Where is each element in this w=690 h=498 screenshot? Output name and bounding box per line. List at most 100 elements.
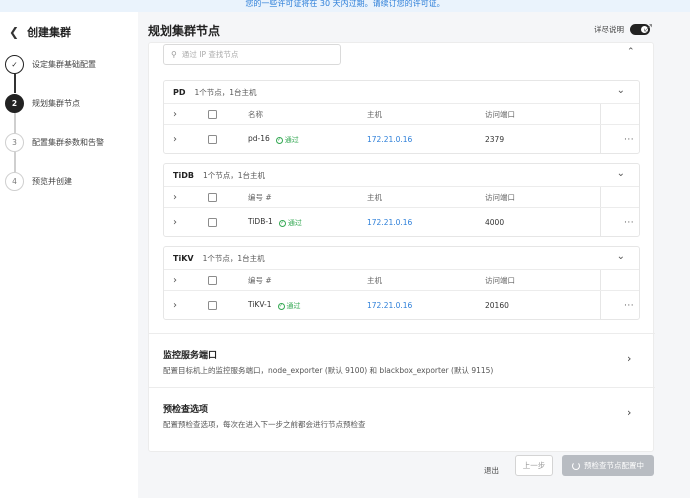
column-divider <box>600 104 601 124</box>
column-name: 名称 <box>248 109 263 119</box>
check-icon: ✓ <box>5 55 24 74</box>
column-port: 访问端口 <box>485 192 515 202</box>
step-label: 配置集群参数和告警 <box>32 138 104 147</box>
group-tidb: TiDB 1个节点，1台主机 ⌄ › 编号 # 主机 访问端口 › TiDB-1… <box>163 163 640 237</box>
column-divider <box>600 270 601 290</box>
row-checkbox[interactable] <box>208 135 217 144</box>
port-value: 2379 <box>485 135 505 144</box>
column-divider <box>600 187 601 207</box>
column-divider <box>600 291 601 319</box>
detail-toggle-label: 详尽说明 <box>594 25 624 34</box>
column-divider <box>600 125 601 153</box>
exit-button[interactable]: 退出 <box>484 465 499 476</box>
chevron-right-icon[interactable]: › <box>173 134 177 145</box>
chevron-right-icon[interactable]: › <box>627 406 631 419</box>
step-label: 规划集群节点 <box>32 99 80 108</box>
row-checkbox[interactable] <box>208 301 217 310</box>
group-header[interactable]: PD 1个节点，1台主机 ⌄ <box>164 81 639 103</box>
banner-renew-link[interactable]: 请续订您的许可证。 <box>373 0 445 8</box>
column-host: 主机 <box>367 275 382 285</box>
column-name: 编号 # <box>248 192 272 202</box>
column-port: 访问端口 <box>485 275 515 285</box>
group-summary: 1个节点，1台主机 <box>202 170 265 180</box>
step-connector <box>14 74 16 93</box>
column-host: 主机 <box>367 192 382 202</box>
node-name: pd-16 <box>248 133 270 143</box>
step-number: 3 <box>5 133 24 152</box>
group-name: TiDB <box>173 170 194 180</box>
next-button[interactable]: 预检查节点配置中 <box>562 455 654 476</box>
row-checkbox[interactable] <box>208 218 217 227</box>
main-panel: 规划集群节点 详尽说明 ⤢ ⚲ 通过 IP 查找节点 ⌃ PD 1个节点，1台主… <box>138 12 690 498</box>
select-all-checkbox[interactable] <box>208 109 217 119</box>
search-input[interactable]: ⚲ 通过 IP 查找节点 <box>163 44 341 65</box>
section-desc: 配置目标机上的监控服务端口，node_exporter (默认 9100) 和 … <box>163 366 494 375</box>
group-header[interactable]: TiKV 1个节点，1台主机 ⌄ <box>164 247 639 269</box>
chevron-right-icon[interactable]: › <box>627 352 631 365</box>
step-3[interactable]: 3 配置集群参数和告警 <box>5 133 104 152</box>
check-circle-icon: ✓ <box>277 302 285 310</box>
chevron-right-icon[interactable]: › <box>173 217 177 228</box>
status-text: 通过 <box>286 302 301 311</box>
host-link[interactable]: 172.21.0.16 <box>367 301 412 310</box>
step-label: 设定集群基础配置 <box>32 60 96 69</box>
collapse-all-icon[interactable]: ⌃ <box>627 47 635 57</box>
column-divider <box>600 208 601 236</box>
check-circle-icon: ✓ <box>278 219 286 227</box>
step-label: 预览并创建 <box>32 177 72 186</box>
select-all-checkbox[interactable] <box>208 192 217 202</box>
monitor-ports-section[interactable]: 监控服务端口 配置目标机上的监控服务端口，node_exporter (默认 9… <box>149 333 655 387</box>
chevron-down-icon[interactable]: ⌄ <box>617 168 625 179</box>
section-title: 监控服务端口 <box>163 351 218 361</box>
step-1[interactable]: ✓ 设定集群基础配置 <box>5 55 96 74</box>
more-icon[interactable]: ··· <box>624 218 634 228</box>
more-icon[interactable]: ··· <box>624 301 634 311</box>
search-icon: ⚲ <box>171 50 177 59</box>
chevron-right-icon[interactable]: › <box>173 192 177 203</box>
previous-button[interactable]: 上一步 <box>515 455 553 476</box>
chevron-right-icon[interactable]: › <box>173 109 177 120</box>
step-connector <box>14 152 16 172</box>
section-desc: 配置预检查选项，每次在进入下一步之前都会进行节点预检查 <box>163 420 366 429</box>
step-2[interactable]: 2 规划集群节点 <box>5 94 80 113</box>
chevron-down-icon[interactable]: ⌄ <box>617 85 625 96</box>
step-4[interactable]: 4 预览并创建 <box>5 172 72 191</box>
precheck-options-section[interactable]: 预检查选项 配置预检查选项，每次在进入下一步之前都会进行节点预检查 › <box>149 387 655 441</box>
detail-toggle-group: 详尽说明 <box>594 24 650 35</box>
back-arrow-icon[interactable]: ❮ <box>9 25 19 39</box>
table-header: › 编号 # 主机 访问端口 <box>164 269 639 290</box>
license-banner: 您的一些许可证将在 30 天内过期。请续订您的许可证。 <box>0 0 690 12</box>
chevron-down-icon[interactable]: ⌄ <box>617 251 625 262</box>
status-badge: ✓ 通过 <box>275 135 299 145</box>
group-header[interactable]: TiDB 1个节点，1台主机 ⌄ <box>164 164 639 186</box>
footer-actions: 退出 上一步 预检查节点配置中 <box>138 454 690 494</box>
node-name: TiKV-1 <box>248 299 272 309</box>
loading-spinner-icon <box>572 461 580 470</box>
host-link[interactable]: 172.21.0.16 <box>367 218 412 227</box>
table-row: › TiKV-1 ✓ 通过 172.21.0.16 20160 ··· <box>164 290 639 319</box>
status-badge: ✓ 通过 <box>277 301 301 311</box>
table-header: › 名称 主机 访问端口 <box>164 103 639 124</box>
page-title: 规划集群节点 <box>148 24 221 38</box>
port-value: 20160 <box>485 301 509 310</box>
more-icon[interactable]: ··· <box>624 135 634 145</box>
node-name-cell: TiKV-1 ✓ 通过 <box>248 300 301 312</box>
next-label: 预检查节点配置中 <box>584 461 644 470</box>
sidebar-title: 创建集群 <box>27 26 72 39</box>
step-number: 2 <box>5 94 24 113</box>
select-all-checkbox[interactable] <box>208 275 217 285</box>
status-text: 通过 <box>284 136 299 145</box>
host-link[interactable]: 172.21.0.16 <box>367 135 412 144</box>
column-name: 编号 # <box>248 275 272 285</box>
table-row: › pd-16 ✓ 通过 172.21.0.16 2379 ··· <box>164 124 639 153</box>
chevron-right-icon[interactable]: › <box>173 300 177 311</box>
status-badge: ✓ 通过 <box>278 218 302 228</box>
chevron-right-icon[interactable]: › <box>173 275 177 286</box>
previous-label: 上一步 <box>522 461 546 470</box>
expand-icon[interactable]: ⤢ <box>644 23 652 34</box>
check-circle-icon: ✓ <box>275 136 283 144</box>
nodes-card: ⚲ 通过 IP 查找节点 ⌃ PD 1个节点，1台主机 ⌄ › 名称 主机 访问… <box>148 42 655 452</box>
node-name-cell: pd-16 ✓ 通过 <box>248 134 299 146</box>
column-host: 主机 <box>367 109 382 119</box>
search-placeholder: 通过 IP 查找节点 <box>181 50 239 59</box>
